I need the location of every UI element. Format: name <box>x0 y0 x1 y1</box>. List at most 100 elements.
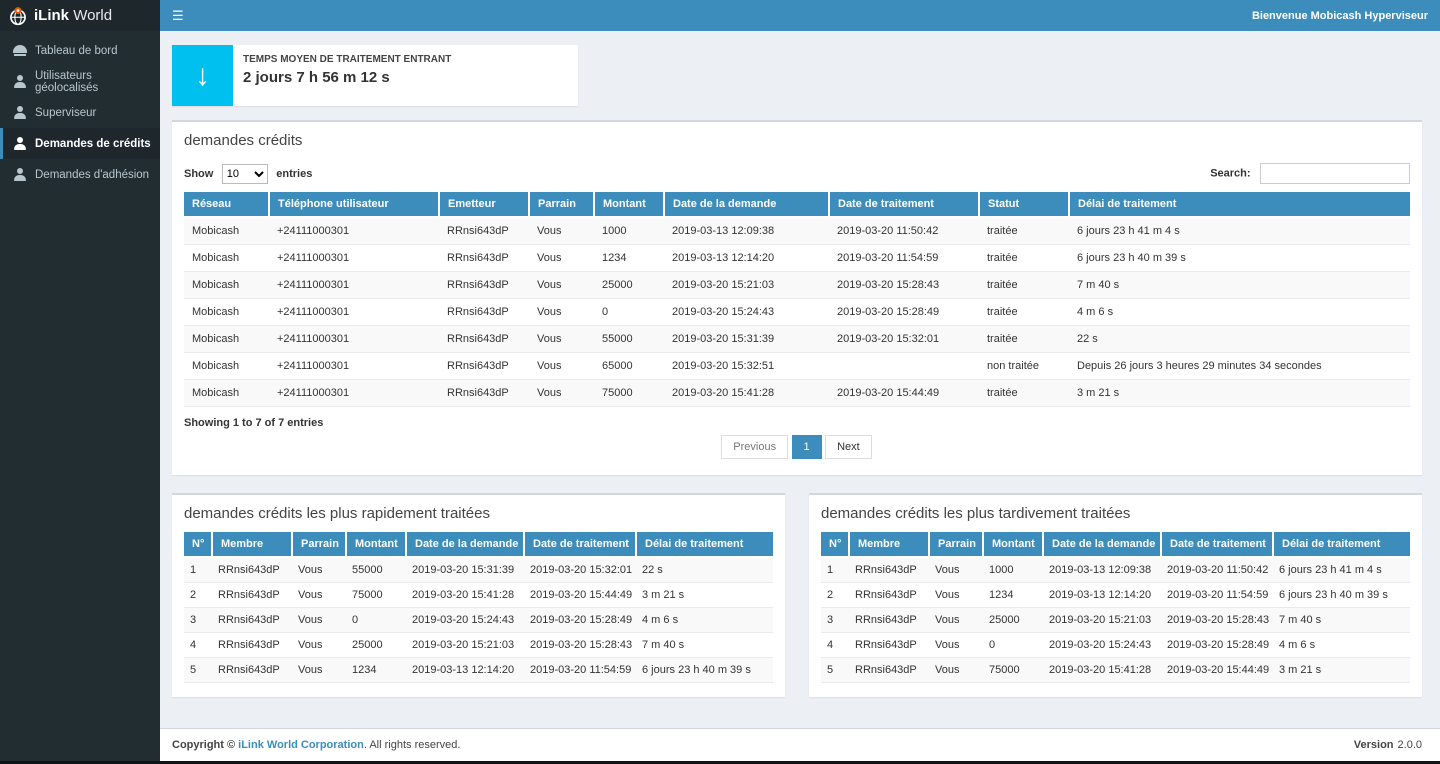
table-cell: 5 <box>184 658 212 683</box>
table-cell: RRnsi643dP <box>439 299 529 326</box>
column-header-date-demande[interactable]: Date de la demande <box>1043 532 1161 557</box>
table-cell: traitée <box>979 299 1069 326</box>
column-header-date-traitement[interactable]: Date de traitement <box>524 532 636 557</box>
table-cell: +24111000301 <box>269 272 439 299</box>
column-header-delai[interactable]: Délai de traitement <box>1069 192 1410 217</box>
sidebar-item-utilisateurs-geolocalises[interactable]: Utilisateurs géolocalisés <box>0 66 160 97</box>
pagination-next[interactable]: Next <box>825 435 872 459</box>
table-row: Mobicash+24111000301RRnsi643dPVous02019-… <box>184 299 1410 326</box>
credits-panel: demandes crédits Show 10 entries Search: <box>172 120 1422 475</box>
table-cell: 1 <box>184 557 212 583</box>
table-cell: 2 <box>184 583 212 608</box>
table-cell: traitée <box>979 272 1069 299</box>
company-link[interactable]: iLink World Corporation <box>238 739 364 751</box>
table-cell: RRnsi643dP <box>439 272 529 299</box>
down-arrow-icon: ↓ <box>172 45 233 106</box>
pagination-previous[interactable]: Previous <box>721 435 788 459</box>
fastest-panel: demandes crédits les plus rapidement tra… <box>172 493 785 697</box>
column-header-membre[interactable]: Membre <box>212 532 292 557</box>
table-cell: 22 s <box>1069 326 1410 353</box>
column-header-reseau[interactable]: Réseau <box>184 192 269 217</box>
table-cell: 7 m 40 s <box>636 633 773 658</box>
table-cell: 75000 <box>594 380 664 407</box>
sidebar-item-label: Demandes d'adhésion <box>35 169 149 181</box>
dashboard-icon <box>13 44 27 57</box>
table-cell: 4 <box>184 633 212 658</box>
column-header-date-demande[interactable]: Date de la demande <box>664 192 829 217</box>
sidebar-item-demandes-de-credits[interactable]: Demandes de crédits <box>0 128 160 159</box>
table-cell: 2019-03-20 11:50:42 <box>829 217 979 245</box>
search-input[interactable] <box>1260 163 1410 184</box>
column-header-date-traitement[interactable]: Date de traitement <box>1161 532 1273 557</box>
column-header-parrain[interactable]: Parrain <box>929 532 983 557</box>
table-row: 1RRnsi643dPVous550002019-03-20 15:31:392… <box>184 557 773 583</box>
table-cell: 25000 <box>346 633 406 658</box>
credit-requests-icon <box>13 137 27 150</box>
column-header-parrain[interactable]: Parrain <box>529 192 594 217</box>
table-cell: Vous <box>529 299 594 326</box>
globe-logo-icon <box>8 6 28 26</box>
column-header-montant[interactable]: Montant <box>983 532 1043 557</box>
sidebar-item-label: Utilisateurs géolocalisés <box>35 70 152 94</box>
menu-toggle-icon[interactable]: ☰ <box>172 9 184 22</box>
table-cell: Mobicash <box>184 326 269 353</box>
table-cell: RRnsi643dP <box>439 326 529 353</box>
table-cell: 2019-03-20 15:21:03 <box>664 272 829 299</box>
column-header-date-traitement[interactable]: Date de traitement <box>829 192 979 217</box>
brand-logo[interactable]: iLink World <box>0 0 160 31</box>
table-cell: 4 <box>821 633 849 658</box>
column-header-numero[interactable]: N° <box>821 532 849 557</box>
table-cell: 1234 <box>594 245 664 272</box>
table-cell: 55000 <box>346 557 406 583</box>
table-cell: 2019-03-20 15:32:51 <box>664 353 829 380</box>
table-cell: Mobicash <box>184 299 269 326</box>
column-header-telephone[interactable]: Téléphone utilisateur <box>269 192 439 217</box>
column-header-delai[interactable]: Délai de traitement <box>636 532 773 557</box>
table-cell: Mobicash <box>184 217 269 245</box>
table-cell: 2019-03-13 12:14:20 <box>406 658 524 683</box>
column-header-montant[interactable]: Montant <box>594 192 664 217</box>
column-header-membre[interactable]: Membre <box>849 532 929 557</box>
table-cell: 2019-03-20 11:54:59 <box>524 658 636 683</box>
sidebar-item-superviseur[interactable]: Superviseur <box>0 97 160 128</box>
table-cell: 7 m 40 s <box>1069 272 1410 299</box>
table-cell: 75000 <box>983 658 1043 683</box>
table-cell: non traitée <box>979 353 1069 380</box>
pagination: Previous 1 Next <box>184 435 1410 463</box>
credits-table-body: Mobicash+24111000301RRnsi643dPVous100020… <box>184 217 1410 407</box>
table-cell: +24111000301 <box>269 299 439 326</box>
search-control: Search: <box>1210 163 1410 184</box>
page-length-select[interactable]: 10 <box>222 164 268 184</box>
sidebar-item-demandes-adhesion[interactable]: Demandes d'adhésion <box>0 159 160 190</box>
table-cell: traitée <box>979 380 1069 407</box>
version-label: Version <box>1354 739 1394 751</box>
table-cell: RRnsi643dP <box>212 608 292 633</box>
version-value: 2.0.0 <box>1398 739 1422 751</box>
table-cell: Vous <box>929 633 983 658</box>
table-cell: 2019-03-20 15:28:49 <box>524 608 636 633</box>
column-header-numero[interactable]: N° <box>184 532 212 557</box>
table-cell: 2019-03-20 15:24:43 <box>406 608 524 633</box>
table-cell: 2 <box>821 583 849 608</box>
table-cell: 2019-03-20 15:31:39 <box>406 557 524 583</box>
column-header-emetteur[interactable]: Emetteur <box>439 192 529 217</box>
column-header-montant[interactable]: Montant <box>346 532 406 557</box>
column-header-delai[interactable]: Délai de traitement <box>1273 532 1410 557</box>
column-header-parrain[interactable]: Parrain <box>292 532 346 557</box>
table-row: 5RRnsi643dPVous750002019-03-20 15:41:282… <box>821 658 1410 683</box>
table-cell: Mobicash <box>184 245 269 272</box>
slowest-table-head: N° Membre Parrain Montant Date de la dem… <box>821 532 1410 557</box>
table-cell: 1000 <box>594 217 664 245</box>
geolocated-users-icon <box>13 75 27 88</box>
navbar-main: ☰ Bienvenue Mobicash Hyperviseur <box>160 0 1440 31</box>
table-cell: RRnsi643dP <box>212 583 292 608</box>
table-cell: Mobicash <box>184 272 269 299</box>
table-cell: 2019-03-20 15:31:39 <box>664 326 829 353</box>
column-header-statut[interactable]: Statut <box>979 192 1069 217</box>
show-label: Show <box>184 168 213 180</box>
table-cell: Vous <box>929 608 983 633</box>
column-header-date-demande[interactable]: Date de la demande <box>406 532 524 557</box>
table-cell: RRnsi643dP <box>849 583 929 608</box>
pagination-page-1[interactable]: 1 <box>792 435 822 459</box>
sidebar-item-tableau-de-bord[interactable]: Tableau de bord <box>0 35 160 66</box>
